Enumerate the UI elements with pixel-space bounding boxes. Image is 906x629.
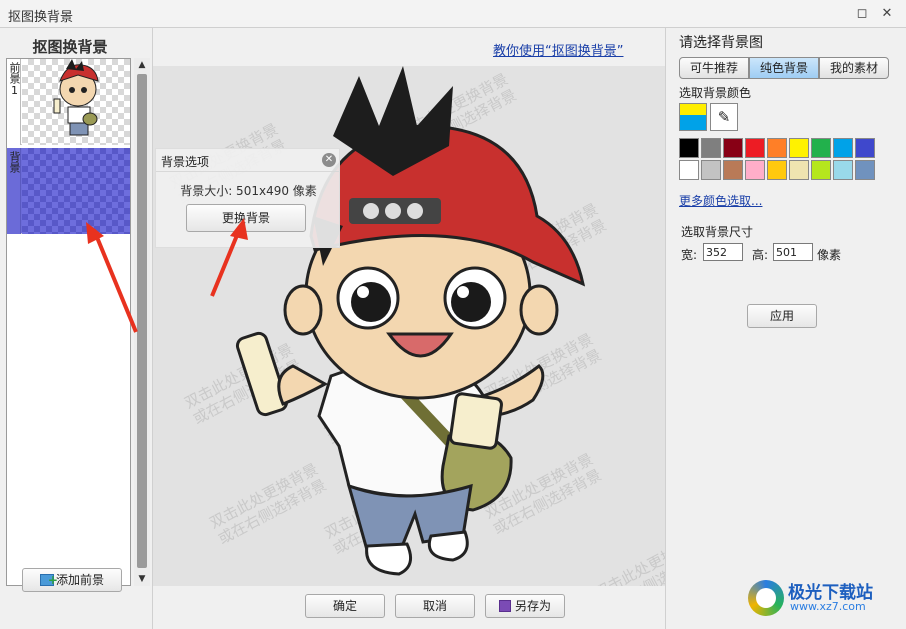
layer-item-foreground[interactable]: 前景1 [7, 59, 130, 145]
panel-title: 请选择背景图 [679, 35, 763, 51]
scroll-up-icon[interactable]: ▲ [134, 58, 150, 72]
scroll-thumb[interactable] [137, 74, 147, 568]
size-label: 选取背景尺寸 [681, 225, 754, 239]
action-bar: 确定 取消 另存为 [153, 586, 665, 629]
background-size-text: 背景大小: 501x490 像素 [180, 184, 317, 198]
color-swatch[interactable] [833, 160, 853, 180]
layer-label: 背景 [7, 148, 21, 234]
editor-area: 教你使用“抠图换背景” 双击此处更换背景 或在右侧选择背景 双击此处更换背景 或在右… [153, 28, 665, 629]
pick-color-label: 选取背景颜色 [679, 86, 752, 100]
foreground-thumbnail [22, 59, 130, 145]
background-options-popup: 背景选项 ✕ 背景大小: 501x490 像素 更换背景 [155, 148, 340, 248]
divider [156, 171, 339, 172]
color-swatch[interactable] [811, 138, 831, 158]
site-url: www.xz7.com [790, 600, 866, 613]
add-foreground-label: 添加前景 [55, 573, 104, 587]
color-swatch[interactable] [811, 160, 831, 180]
site-logo-icon [748, 580, 784, 616]
scroll-down-icon[interactable]: ▼ [134, 572, 150, 586]
layer-item-background[interactable]: 背景 [7, 148, 130, 234]
site-logo: 极光下载站 www.xz7.com [748, 578, 898, 618]
color-swatch[interactable] [767, 138, 787, 158]
width-input[interactable] [703, 243, 743, 261]
tab-my-materials[interactable]: 我的素材 [819, 57, 889, 79]
ok-button[interactable]: 确定 [305, 594, 385, 618]
add-image-icon [39, 569, 58, 591]
color-swatch[interactable] [855, 138, 875, 158]
color-swatch[interactable] [789, 160, 809, 180]
close-icon[interactable]: ✕ [877, 4, 897, 24]
character-image [235, 66, 586, 576]
layer-panel: 抠图换背景 前景1 背景 ▲ ▼ +添加前景 [0, 28, 153, 629]
background-thumbnail [22, 148, 130, 234]
cancel-button[interactable]: 取消 [395, 594, 475, 618]
layer-list[interactable]: 前景1 背景 [6, 58, 131, 586]
color-swatch[interactable] [789, 138, 809, 158]
color-swatch[interactable] [723, 160, 743, 180]
height-label: 高: [752, 248, 769, 262]
tab-solid-color[interactable]: 纯色背景 [749, 57, 819, 79]
more-colors-link[interactable]: 更多颜色选取... [679, 192, 762, 209]
canvas[interactable]: 双击此处更换背景 或在右侧选择背景 双击此处更换背景 或在右侧选择背景 双击此处更换… [153, 66, 665, 586]
panel-title: 抠图换背景 [32, 38, 108, 56]
color-swatch[interactable] [745, 138, 765, 158]
help-link[interactable]: 教你使用“抠图换背景” [493, 40, 623, 59]
layer-label: 前景1 [7, 59, 21, 145]
color-swatch[interactable] [701, 160, 721, 180]
layer-scrollbar[interactable]: ▲ ▼ [134, 58, 150, 586]
popup-title: 背景选项 [161, 155, 210, 169]
color-swatch[interactable] [855, 160, 875, 180]
color-swatch[interactable] [723, 138, 743, 158]
current-color[interactable] [679, 103, 707, 131]
color-swatch[interactable] [767, 160, 787, 180]
maximize-icon[interactable]: ◻ [852, 4, 872, 24]
background-picker-panel: 请选择背景图 可牛推荐 纯色背景 我的素材 选取背景颜色 ✎ 更多颜色选取...… [665, 28, 906, 629]
save-as-button[interactable]: 另存为 [485, 594, 565, 618]
window-title: 抠图换背景 [8, 10, 74, 25]
unit-label: 像素 [817, 248, 842, 262]
save-icon [498, 600, 511, 612]
character-thumbnail-icon [53, 59, 99, 136]
color-swatch[interactable] [701, 138, 721, 158]
save-as-label: 另存为 [514, 599, 551, 613]
apply-button[interactable]: 应用 [747, 304, 817, 328]
color-swatch[interactable] [679, 160, 699, 180]
color-swatch[interactable] [745, 160, 765, 180]
color-swatch[interactable] [833, 138, 853, 158]
color-swatch[interactable] [679, 138, 699, 158]
tab-recommended[interactable]: 可牛推荐 [679, 57, 749, 79]
eyedropper-icon[interactable]: ✎ [710, 103, 738, 131]
title-bar: 抠图换背景 ◻ ✕ [0, 0, 906, 28]
popup-close-icon[interactable]: ✕ [322, 153, 336, 167]
width-label: 宽: [681, 248, 698, 262]
height-input[interactable] [773, 243, 813, 261]
change-background-button[interactable]: 更换背景 [186, 204, 306, 232]
add-foreground-button[interactable]: 添加前景 [22, 568, 122, 592]
